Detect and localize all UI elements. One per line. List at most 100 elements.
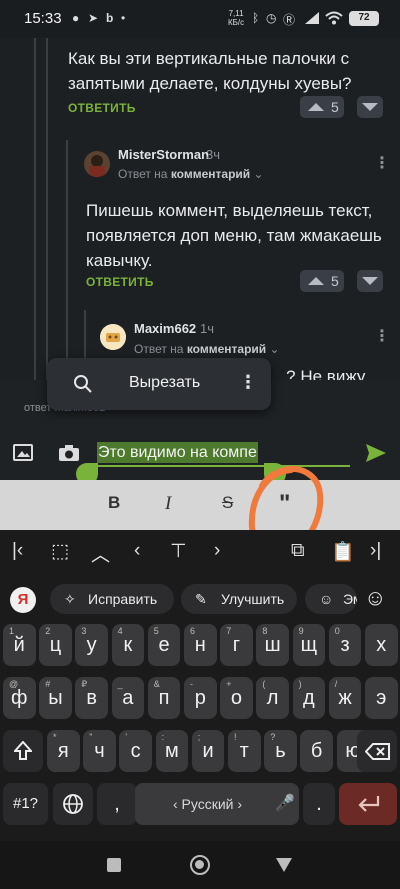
camera-icon[interactable] (58, 444, 80, 462)
arrow-up-icon[interactable]: ︿ (91, 540, 110, 567)
comment-input[interactable]: Это видимо на компе (97, 442, 258, 463)
symbols-key[interactable]: #1? (3, 783, 48, 825)
key-т[interactable]: т! (228, 730, 261, 772)
key-д[interactable]: д) (292, 677, 326, 719)
avatar-image (100, 324, 126, 350)
more-icon[interactable]: ⋮ (239, 372, 257, 393)
downvote-button[interactable] (357, 270, 383, 292)
cursor-end-icon[interactable]: ›| (370, 540, 381, 562)
key-н[interactable]: н6 (184, 624, 217, 666)
image-attach-icon[interactable] (13, 444, 33, 461)
key-щ[interactable]: щ9 (292, 624, 326, 666)
wifi-icon (325, 11, 343, 25)
navigation-bar (0, 841, 400, 889)
key-п[interactable]: п & (147, 677, 181, 719)
key-м[interactable]: м: (155, 730, 189, 772)
arrow-up-icon (308, 103, 324, 111)
upvote-button[interactable]: 5 (300, 96, 344, 118)
vote-count: 5 (331, 99, 339, 115)
language-key[interactable] (53, 783, 93, 825)
send-icon[interactable] (366, 444, 386, 462)
magic-icon: ✧ (64, 591, 76, 607)
suggestion-label: Исправить (88, 591, 158, 607)
key-ц[interactable]: ц2 (39, 624, 72, 666)
key-hint: : (161, 732, 165, 742)
key-ь[interactable]: ь? (264, 730, 297, 772)
key-ж[interactable]: ж / (328, 677, 362, 719)
key-э[interactable]: э (365, 677, 398, 719)
key-ф[interactable]: ф @ (3, 677, 36, 719)
yandex-logo-icon[interactable]: Я (10, 587, 36, 613)
emoji-icon[interactable]: ☺ (364, 585, 386, 611)
arrow-right-icon[interactable]: › (214, 540, 220, 562)
key-р[interactable]: р- (184, 677, 217, 719)
key-hint: ? (270, 732, 276, 742)
key-hint: 4 (117, 626, 123, 636)
key-у[interactable]: у3 (75, 624, 108, 666)
select-icon[interactable]: ⬚ (51, 540, 69, 563)
thread-line (66, 140, 68, 383)
key-ч[interactable]: ч " (83, 730, 116, 772)
chat-icon: ● (72, 11, 80, 25)
key-а[interactable]: а _ (111, 677, 145, 719)
recent-apps-icon[interactable] (107, 858, 121, 872)
arrow-left-icon[interactable]: ‹ (134, 540, 140, 562)
key-о[interactable]: о + (220, 677, 253, 719)
space-key[interactable]: ‹ Русский › 🎤 (135, 783, 299, 825)
shift-key[interactable] (3, 730, 43, 772)
key-г[interactable]: г7 (220, 624, 253, 666)
more-options-icon[interactable]: ⋮ (374, 153, 390, 173)
key-к[interactable]: к4 (111, 624, 145, 666)
key-ы[interactable]: ы # (39, 677, 72, 719)
arrow-down-icon (362, 277, 378, 285)
key-и[interactable]: и; (191, 730, 225, 772)
key-е[interactable]: е5 (147, 624, 181, 666)
cursor-start-icon[interactable]: |‹ (12, 540, 23, 562)
reply-to-link[interactable]: Ответ на комментарий ⌄ (118, 167, 264, 181)
username[interactable]: MisterStorman (118, 147, 209, 162)
more-options-icon[interactable]: ⋮ (374, 326, 390, 346)
key-б[interactable]: б (300, 730, 333, 772)
period-key[interactable]: . (303, 783, 335, 825)
suggestion-emoji[interactable]: ☺ Эм (305, 584, 357, 614)
reply-to-link[interactable]: Ответ на комментарий ⌄ (134, 342, 280, 356)
key-л[interactable]: л( (256, 677, 289, 719)
reply-button[interactable]: ОТВЕТИТЬ (86, 275, 154, 289)
alarm-icon: ◷ (266, 11, 277, 25)
strikethrough-button[interactable]: S (222, 493, 233, 513)
copy-icon[interactable]: ⧉ (291, 540, 305, 562)
avatar[interactable] (84, 151, 110, 177)
downvote-button[interactable] (357, 96, 383, 118)
username[interactable]: Maxim662 (134, 321, 196, 336)
comment-text: Пишешь коммент, выделяешь текст, появляе… (86, 201, 382, 270)
status-bar: 15:33 ● ➤ b • 7,11 КБ/с ᛒ ◷ Ⓡ 72 (0, 0, 400, 38)
search-icon[interactable] (73, 374, 93, 394)
cut-button[interactable]: Вырезать (129, 374, 200, 392)
key-я[interactable]: я * (47, 730, 80, 772)
key-label: м (164, 740, 179, 762)
key-hint: 6 (190, 626, 196, 636)
key-ш[interactable]: ш8 (256, 624, 289, 666)
bold-button[interactable]: B (108, 493, 120, 513)
thread-line (46, 38, 48, 383)
clipboard-icon[interactable]: 📋 (331, 540, 355, 564)
status-time: 15:33 (24, 10, 62, 27)
key-х[interactable]: х (365, 624, 398, 666)
enter-key[interactable] (339, 783, 397, 825)
backspace-key[interactable] (357, 730, 397, 772)
text-select-icon[interactable]: ⊤ (170, 540, 187, 563)
comma-key[interactable]: , (97, 783, 137, 825)
suggestion-fix[interactable]: ✧ Исправить (50, 584, 174, 614)
key-й[interactable]: й1 (3, 624, 36, 666)
reply-button[interactable]: ОТВЕТИТЬ (68, 101, 136, 115)
key-в[interactable]: в ₽ (75, 677, 108, 719)
suggestion-improve[interactable]: ✎ Улучшить (181, 584, 297, 614)
back-icon[interactable] (276, 858, 292, 872)
key-с[interactable]: с ' (119, 730, 152, 772)
key-label: в (86, 687, 97, 709)
avatar[interactable] (100, 324, 126, 350)
home-icon[interactable] (190, 855, 210, 875)
upvote-button[interactable]: 5 (300, 270, 344, 292)
key-з[interactable]: з0 (328, 624, 362, 666)
italic-button[interactable]: I (165, 493, 171, 515)
